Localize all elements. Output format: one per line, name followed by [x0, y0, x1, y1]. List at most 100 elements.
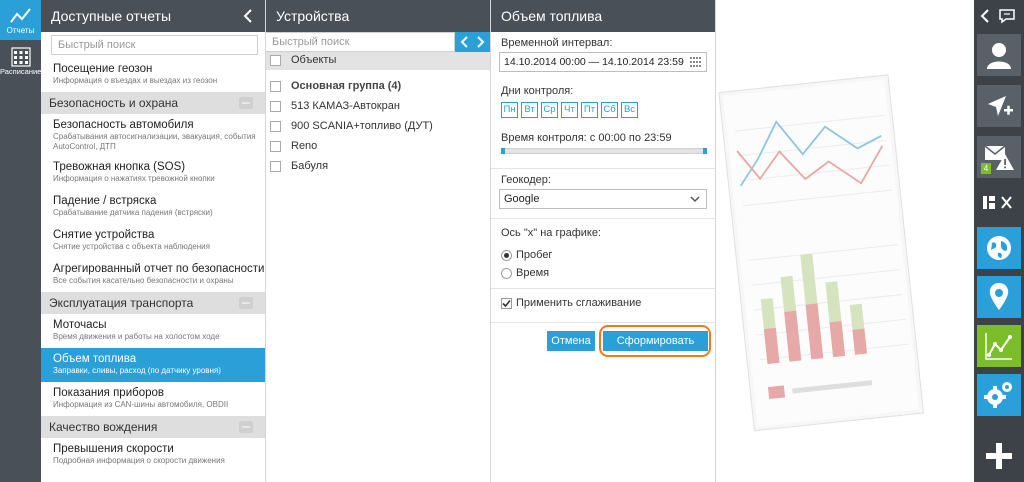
device-item[interactable]: Reno: [270, 138, 317, 156]
smoothing-label: Применить сглаживание: [516, 297, 642, 309]
report-group-header[interactable]: Качество вождения: [41, 416, 265, 438]
reports-header: Доступные отчеты: [41, 0, 265, 32]
calendar-icon[interactable]: [690, 57, 702, 67]
smoothing-checkbox[interactable]: [501, 297, 512, 309]
day-toggle[interactable]: Чт: [561, 102, 578, 118]
group-label: Основная группа (4): [291, 80, 402, 92]
report-item[interactable]: Объем топлива Заправки, сливы, расход (по…: [41, 348, 265, 382]
report-item[interactable]: Агрегированный отчет по безопасности Все …: [41, 258, 265, 292]
devices-nav-buttons: [455, 32, 490, 52]
report-group-header[interactable]: Эксплуатация транспорта: [41, 292, 265, 314]
geocoder-select[interactable]: Google: [499, 189, 707, 209]
smoothing-option[interactable]: Применить сглаживание: [501, 297, 641, 309]
device-checkbox[interactable]: [270, 160, 281, 172]
objects-checkbox[interactable]: [270, 54, 281, 66]
add-button[interactable]: [977, 433, 1021, 479]
send-plus-icon: [988, 96, 1013, 116]
chevron-right-icon[interactable]: [475, 36, 485, 48]
collapse-icon[interactable]: [239, 421, 253, 433]
slider-handle-start[interactable]: [501, 148, 505, 154]
report-item[interactable]: Падение / встряска Срабатывание датчика п…: [41, 190, 265, 224]
day-toggle[interactable]: Пт: [581, 102, 598, 118]
report-item[interactable]: Превышения скорости Подробная информация …: [41, 438, 265, 472]
reports-list: Посещение геозон Информация о въездах и в…: [41, 58, 265, 472]
report-item-description: Время движения и работы на холостом ходе: [53, 332, 220, 341]
report-item[interactable]: Посещение геозон Информация о въездах и в…: [41, 58, 265, 92]
report-item-title: Снятие устройства: [53, 229, 155, 241]
report-item-title: Падение / встряска: [53, 195, 157, 207]
radio-time[interactable]: [501, 267, 512, 279]
chat-icon[interactable]: [998, 8, 1016, 24]
rail-schedule-label: Расписание: [0, 67, 42, 76]
report-item[interactable]: Показания приборов Информация из CAN-шины…: [41, 382, 265, 416]
time-slider[interactable]: [501, 148, 707, 154]
report-item-title: Моточасы: [53, 319, 107, 331]
day-toggle[interactable]: Пн: [501, 102, 518, 118]
interval-label: Временной интервал:: [501, 37, 613, 49]
collapse-icon[interactable]: [239, 97, 253, 109]
devices-header: Устройства: [266, 0, 490, 32]
geocoder-value: Google: [504, 193, 540, 205]
group-row[interactable]: Основная группа (4): [270, 78, 401, 96]
report-item-description: Снятие устройства с объекта наблюдения: [53, 242, 210, 251]
settings-button[interactable]: [977, 374, 1021, 416]
interval-field[interactable]: 14.10.2014 00:00 — 14.10.2014 23:59: [499, 52, 707, 72]
day-toggle[interactable]: Сб: [601, 102, 618, 118]
report-item-title: Агрегированный отчет по безопасности: [53, 263, 265, 275]
report-item[interactable]: Моточасы Время движения и работы на холос…: [41, 314, 265, 348]
rail-reports[interactable]: Отчеты: [0, 0, 41, 40]
collapse-icon[interactable]: [239, 297, 253, 309]
group-checkbox[interactable]: [270, 80, 281, 92]
devices-panel: Устройства Быстрый поиск Объекты Основна…: [266, 0, 491, 482]
slider-handle-end[interactable]: [703, 148, 707, 154]
report-group-label: Безопасность и охрана: [49, 96, 179, 110]
right-rail: 4: [974, 0, 1024, 482]
day-toggle[interactable]: Вт: [521, 102, 538, 118]
report-item-title: Превышения скорости: [53, 443, 174, 455]
xaxis-option-mileage-label: Пробег: [516, 249, 553, 261]
reports-button[interactable]: [977, 325, 1021, 367]
left-rail: Отчеты Расписание: [0, 0, 41, 482]
cancel-button[interactable]: Отмена: [547, 331, 595, 351]
chevron-left-icon[interactable]: [243, 9, 253, 23]
divider: [491, 168, 715, 169]
devices-search-input[interactable]: Быстрый поиск: [266, 32, 455, 52]
device-name: 900 SCANIA+топливо (ДУТ): [291, 120, 433, 132]
device-checkbox[interactable]: [270, 100, 281, 112]
device-item[interactable]: 513 КАМАЗ-Автокран: [270, 98, 400, 116]
chevron-left-icon[interactable]: [460, 36, 470, 48]
geozone-button[interactable]: [977, 276, 1021, 318]
profile-button[interactable]: [977, 34, 1021, 76]
interval-value: 14.10.2014 00:00 — 14.10.2014 23:59: [504, 56, 684, 68]
device-checkbox[interactable]: [270, 120, 281, 132]
report-illustration: [717, 0, 973, 482]
device-item[interactable]: Бабуля: [270, 158, 328, 176]
report-group-header[interactable]: Безопасность и охрана: [41, 92, 265, 114]
xaxis-option-time[interactable]: Время: [501, 267, 549, 279]
rail-schedule[interactable]: Расписание: [0, 44, 41, 82]
xaxis-option-mileage[interactable]: Пробег: [501, 249, 552, 261]
report-item-description: Подробная информация о скорости движения: [53, 456, 225, 465]
report-item[interactable]: Тревожная кнопка (SOS) Информация о нажат…: [41, 156, 265, 190]
reports-search-input[interactable]: Быстрый поиск: [51, 35, 258, 55]
report-item[interactable]: Безопасность автомобиля Срабатывания авто…: [41, 114, 265, 156]
device-item[interactable]: 900 SCANIA+топливо (ДУТ): [270, 118, 433, 136]
radio-mileage[interactable]: [501, 249, 512, 261]
report-item-title: Показания приборов: [53, 387, 165, 399]
objects-header-row: Объекты: [266, 52, 490, 70]
day-toggle[interactable]: Вс: [621, 102, 638, 118]
device-checkbox[interactable]: [270, 140, 281, 152]
map-globe-button[interactable]: [977, 227, 1021, 269]
send-command-button[interactable]: [977, 85, 1021, 127]
days-label: Дни контроля:: [501, 85, 574, 97]
day-toggle[interactable]: Ср: [541, 102, 558, 118]
report-item-description: Информация о нажатиях тревожной кнопки: [53, 174, 215, 183]
rail-reports-label: Отчеты: [6, 26, 35, 35]
layout-toggle[interactable]: [977, 185, 1021, 221]
device-name: Reno: [291, 140, 318, 152]
report-item[interactable]: Снятие устройства Снятие устройства с объ…: [41, 224, 265, 258]
chart-line-icon: [9, 8, 31, 23]
report-item-title: Тревожная кнопка (SOS): [53, 161, 186, 173]
messages-button[interactable]: 4: [977, 136, 1021, 178]
chevron-left-icon[interactable]: [980, 9, 990, 23]
